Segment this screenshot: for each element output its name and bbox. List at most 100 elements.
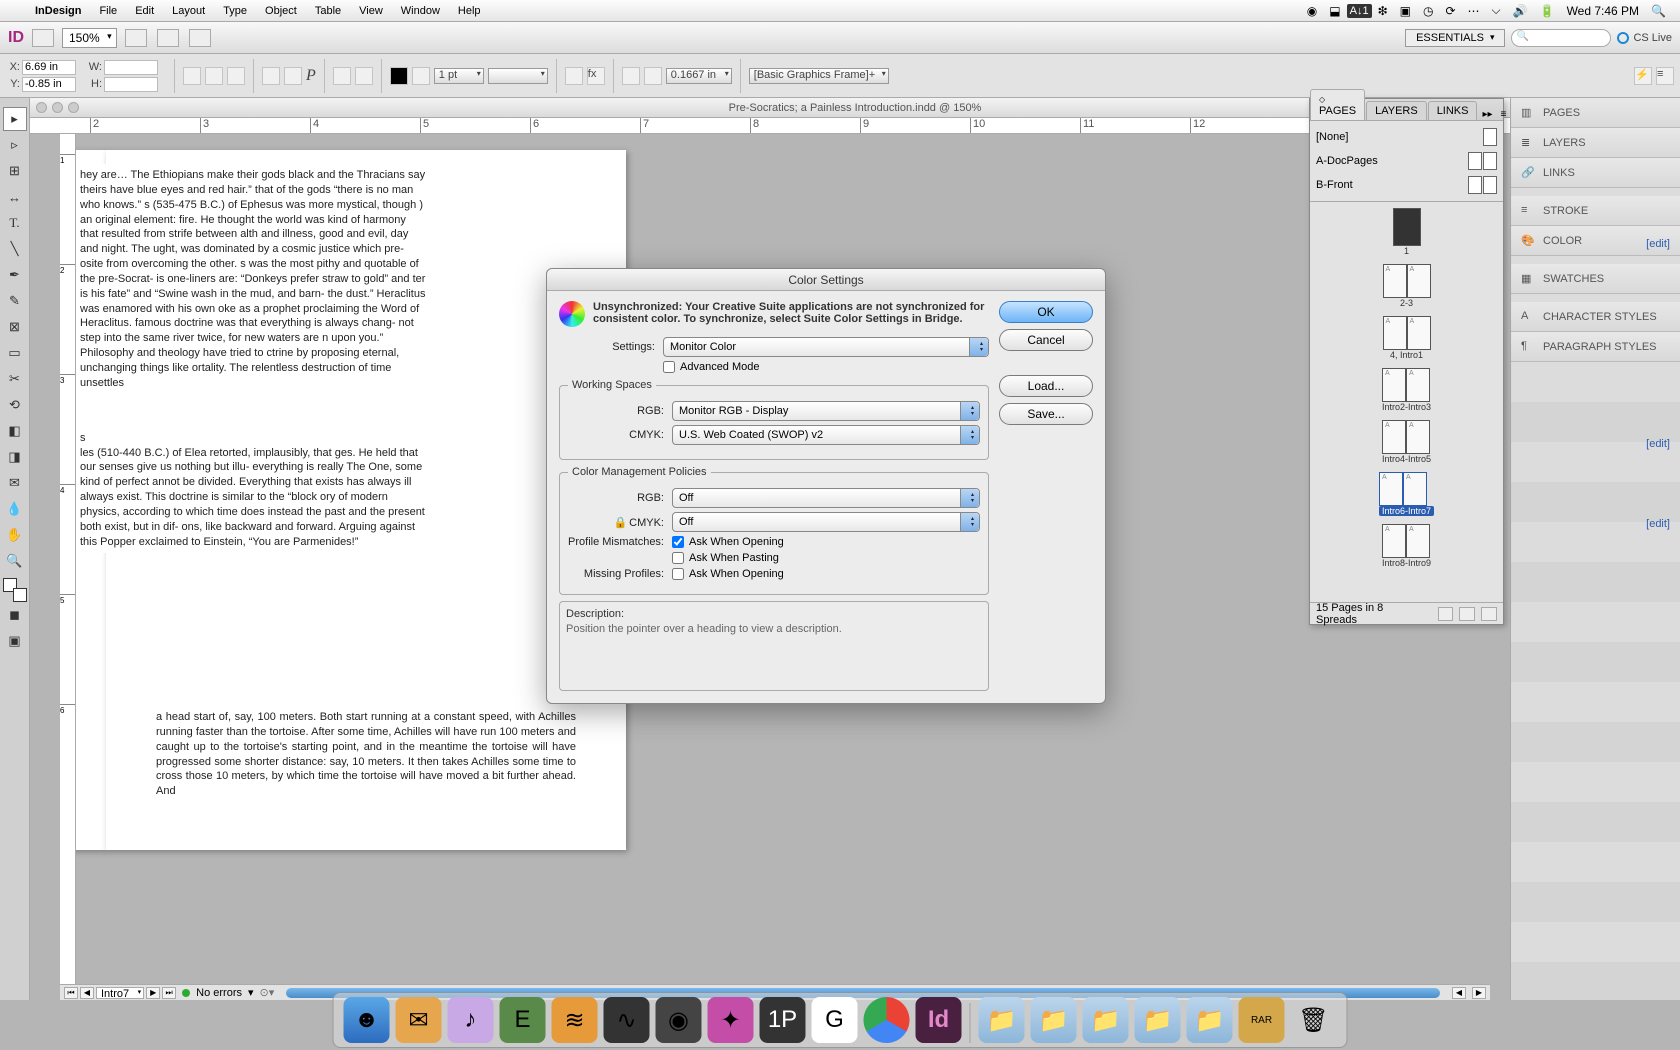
zoom-tool[interactable]: 🔍 — [3, 549, 27, 573]
bluetooth-icon[interactable]: ⋯ — [1462, 4, 1486, 18]
master-none[interactable]: [None] — [1316, 131, 1348, 143]
menu-window[interactable]: Window — [392, 5, 449, 17]
gradient-swatch-tool[interactable]: ◧ — [3, 419, 27, 443]
direct-selection-tool[interactable]: ▹ — [3, 133, 27, 157]
ok-button[interactable]: OK — [999, 301, 1093, 323]
page-navigator-dropdown[interactable]: Intro7 — [96, 987, 144, 999]
effects-icon[interactable] — [565, 67, 583, 85]
sync-icon[interactable]: ❇ — [1372, 4, 1394, 18]
cmyk-dropdown[interactable]: U.S. Web Coated (SWOP) v2 — [672, 425, 980, 445]
rotate-icon[interactable] — [205, 67, 223, 85]
gradient-feather-tool[interactable]: ◨ — [3, 445, 27, 469]
fill-swatch[interactable] — [390, 67, 408, 85]
dock-folder-3[interactable]: 📁 — [1083, 997, 1129, 1043]
x-field[interactable] — [22, 60, 76, 75]
page-thumb-intro2-3[interactable] — [1382, 368, 1431, 402]
page-tool[interactable]: ⊞ — [3, 159, 27, 183]
type-tool[interactable]: T. — [3, 211, 27, 235]
dock-folder-4[interactable]: 📁 — [1135, 997, 1181, 1043]
prev-page-button[interactable]: ◀ — [80, 987, 94, 999]
dock-activity[interactable]: ∿ — [604, 997, 650, 1043]
selection-tool[interactable]: ▸ — [3, 107, 27, 131]
next-page-button[interactable]: ▶ — [146, 987, 160, 999]
zoom-level-dropdown[interactable]: 150% — [62, 28, 117, 48]
select-content-icon[interactable] — [355, 67, 373, 85]
mismatch-opening-checkbox[interactable]: Ask When Opening — [672, 536, 784, 548]
flip-h-icon[interactable] — [262, 67, 280, 85]
rgb-dropdown[interactable]: Monitor RGB - Display — [672, 401, 980, 421]
adobe-notif-icon[interactable]: A↓1 — [1347, 4, 1372, 18]
fx-icon[interactable]: fx — [587, 67, 605, 85]
leading-field[interactable]: 0.1667 in — [666, 68, 732, 84]
bridge-button[interactable] — [32, 29, 54, 47]
dock-google[interactable]: G — [812, 997, 858, 1043]
page-thumb-intro8-9[interactable] — [1382, 524, 1431, 558]
status-icon[interactable]: ◉ — [1301, 4, 1323, 18]
pencil-tool[interactable]: ✎ — [3, 289, 27, 313]
display-icon[interactable]: ▣ — [1394, 4, 1417, 18]
edit-page-size-button[interactable] — [1438, 607, 1454, 621]
free-transform-tool[interactable]: ⟲ — [3, 393, 27, 417]
edit-link-3[interactable]: [edit] — [1646, 518, 1670, 530]
dock-evernote[interactable]: E — [500, 997, 546, 1043]
last-page-button[interactable]: ⏭ — [162, 987, 176, 999]
updates-icon[interactable]: ⟳ — [1439, 4, 1461, 18]
panel-menu-button[interactable]: ≡ — [1497, 109, 1511, 120]
battery-icon[interactable]: 🔋 — [1534, 4, 1561, 18]
save-button[interactable]: Save... — [999, 403, 1093, 425]
volume-icon[interactable]: 🔊 — [1507, 4, 1534, 18]
line-tool[interactable]: ╲ — [3, 237, 27, 261]
scissors-tool[interactable]: ✂ — [3, 367, 27, 391]
scroll-right-button[interactable]: ▶ — [1472, 987, 1486, 999]
panel-menu-icon[interactable]: ≡ — [1656, 67, 1674, 85]
dropbox-icon[interactable]: ⬓ — [1323, 4, 1346, 18]
links-tab[interactable]: LINKS — [1428, 101, 1478, 120]
page-thumb-4-intro1[interactable] — [1383, 316, 1431, 350]
flip-v-icon[interactable] — [284, 67, 302, 85]
dock-indesign[interactable]: Id — [916, 997, 962, 1043]
menu-help[interactable]: Help — [449, 5, 490, 17]
dock-pixelmator[interactable]: ✦ — [708, 997, 754, 1043]
view-options-2[interactable] — [157, 29, 179, 47]
dock-dashboard[interactable]: ◉ — [656, 997, 702, 1043]
dock-itunes[interactable]: ♪ — [448, 997, 494, 1043]
y-field[interactable] — [22, 77, 76, 92]
shear-icon[interactable] — [227, 67, 245, 85]
dock-folder-1[interactable]: 📁 — [979, 997, 1025, 1043]
cs-live-button[interactable]: CS Live — [1617, 32, 1672, 44]
missing-opening-checkbox[interactable]: Ask When Opening — [672, 568, 784, 580]
eyedropper-tool[interactable]: 💧 — [3, 497, 27, 521]
advanced-mode-checkbox[interactable]: Advanced Mode — [663, 361, 760, 373]
vertical-ruler[interactable]: 1 2 3 4 5 6 — [60, 134, 76, 984]
panel-para-styles[interactable]: ¶PARAGRAPH STYLES — [1511, 332, 1680, 362]
dock-folder-2[interactable]: 📁 — [1031, 997, 1077, 1043]
rectangle-tool[interactable]: ▭ — [3, 341, 27, 365]
panel-layers[interactable]: ≣LAYERS — [1511, 128, 1680, 158]
panel-stroke[interactable]: ≡STROKE — [1511, 196, 1680, 226]
rectangle-frame-tool[interactable]: ⊠ — [3, 315, 27, 339]
page-thumb-2-3[interactable] — [1383, 264, 1431, 298]
delete-page-button[interactable] — [1481, 607, 1497, 621]
timemachine-icon[interactable]: ◷ — [1417, 4, 1439, 18]
text-wrap-1[interactable] — [622, 67, 640, 85]
edit-link-1[interactable]: [edit] — [1646, 238, 1670, 250]
menu-view[interactable]: View — [350, 5, 392, 17]
dock-folder-5[interactable]: 📁 — [1187, 997, 1233, 1043]
mismatch-pasting-checkbox[interactable]: Ask When Pasting — [672, 552, 779, 564]
panel-links[interactable]: 🔗LINKS — [1511, 158, 1680, 188]
page-thumb-intro6-7[interactable] — [1379, 472, 1434, 506]
dock-1password[interactable]: 1P — [760, 997, 806, 1043]
apply-color-icon[interactable]: ◼ — [3, 603, 27, 627]
w-field[interactable] — [104, 60, 158, 75]
preflight-status[interactable]: No errors — [196, 987, 242, 999]
layers-tab[interactable]: LAYERS — [1366, 101, 1427, 120]
master-b[interactable]: B-Front — [1316, 179, 1353, 191]
select-container-icon[interactable] — [333, 67, 351, 85]
menu-layout[interactable]: Layout — [163, 5, 214, 17]
menu-edit[interactable]: Edit — [126, 5, 163, 17]
fill-stroke-proxy[interactable] — [3, 578, 27, 602]
indesign-home-icon[interactable]: ID — [8, 29, 24, 47]
view-options-1[interactable] — [125, 29, 147, 47]
menu-table[interactable]: Table — [306, 5, 350, 17]
stroke-style-dropdown[interactable] — [488, 68, 548, 84]
